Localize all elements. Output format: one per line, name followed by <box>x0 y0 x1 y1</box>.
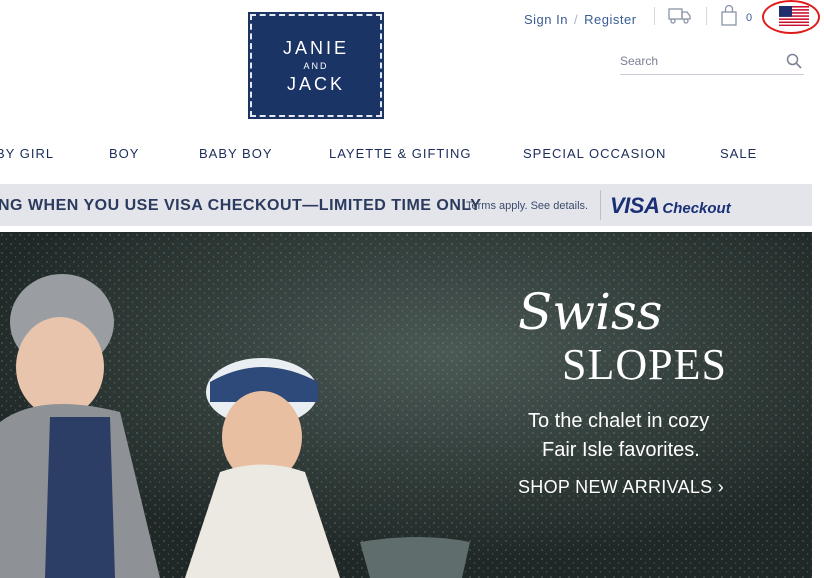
search-bar <box>620 50 804 75</box>
visa-checkout-logo: VISA Checkout <box>610 193 731 219</box>
truck-icon[interactable] <box>668 7 692 25</box>
us-flag-icon[interactable] <box>779 6 809 26</box>
search-icon[interactable] <box>786 53 802 69</box>
hero-photo <box>0 232 812 578</box>
sign-in-link[interactable]: Sign In <box>524 12 568 27</box>
visa-wordmark: VISA <box>610 193 660 218</box>
nav-item-layette-gifting[interactable]: LAYETTE & GIFTING <box>329 146 471 161</box>
promo-banner[interactable]: NG WHEN YOU USE VISA CHECKOUT—LIMITED TI… <box>0 184 812 226</box>
country-selector[interactable] <box>762 0 822 36</box>
hero-subtitle-line-2: Fair Isle favorites. <box>542 439 700 461</box>
nav-item-baby-girl[interactable]: BY GIRL <box>0 146 54 161</box>
hero-subtitle-line-1: To the chalet in cozy <box>528 410 710 432</box>
divider <box>706 7 707 25</box>
main-nav: BY GIRL BOY BABY BOY LAYETTE & GIFTING S… <box>0 146 824 166</box>
promo-text: NG WHEN YOU USE VISA CHECKOUT—LIMITED TI… <box>0 197 482 214</box>
register-link[interactable]: Register <box>584 12 636 27</box>
logo-line-2: AND <box>303 60 329 71</box>
checkout-wordmark: Checkout <box>662 200 731 217</box>
janie-and-jack-logo[interactable]: JANIE AND JACK <box>248 12 384 119</box>
site-header: JANIE AND JACK Sign In / Register 0 <box>0 0 824 125</box>
nav-item-boy[interactable]: BOY <box>109 146 139 161</box>
hero-title: SLOPES <box>562 340 727 389</box>
account-links: Sign In / Register <box>524 8 637 30</box>
nav-item-sale[interactable]: SALE <box>720 146 757 161</box>
divider <box>654 7 655 25</box>
logo-line-1: JANIE <box>282 37 349 58</box>
shopping-bag-icon[interactable] <box>720 4 738 26</box>
hero-script-title: Swiss <box>518 283 663 341</box>
shop-new-arrivals-link[interactable]: SHOP NEW ARRIVALS › <box>518 477 724 498</box>
search-input[interactable] <box>620 50 770 72</box>
hero-banner[interactable]: Swiss SLOPES To the chalet in cozy Fair … <box>0 232 812 578</box>
promo-divider <box>600 190 601 220</box>
nav-item-baby-boy[interactable]: BABY BOY <box>199 146 273 161</box>
bag-count: 0 <box>746 12 753 24</box>
nav-item-special-occasion[interactable]: SPECIAL OCCASION <box>523 146 666 161</box>
promo-terms-link[interactable]: Terms apply. See details. <box>466 200 588 212</box>
account-separator: / <box>573 11 579 27</box>
logo-line-3: JACK <box>286 73 345 94</box>
